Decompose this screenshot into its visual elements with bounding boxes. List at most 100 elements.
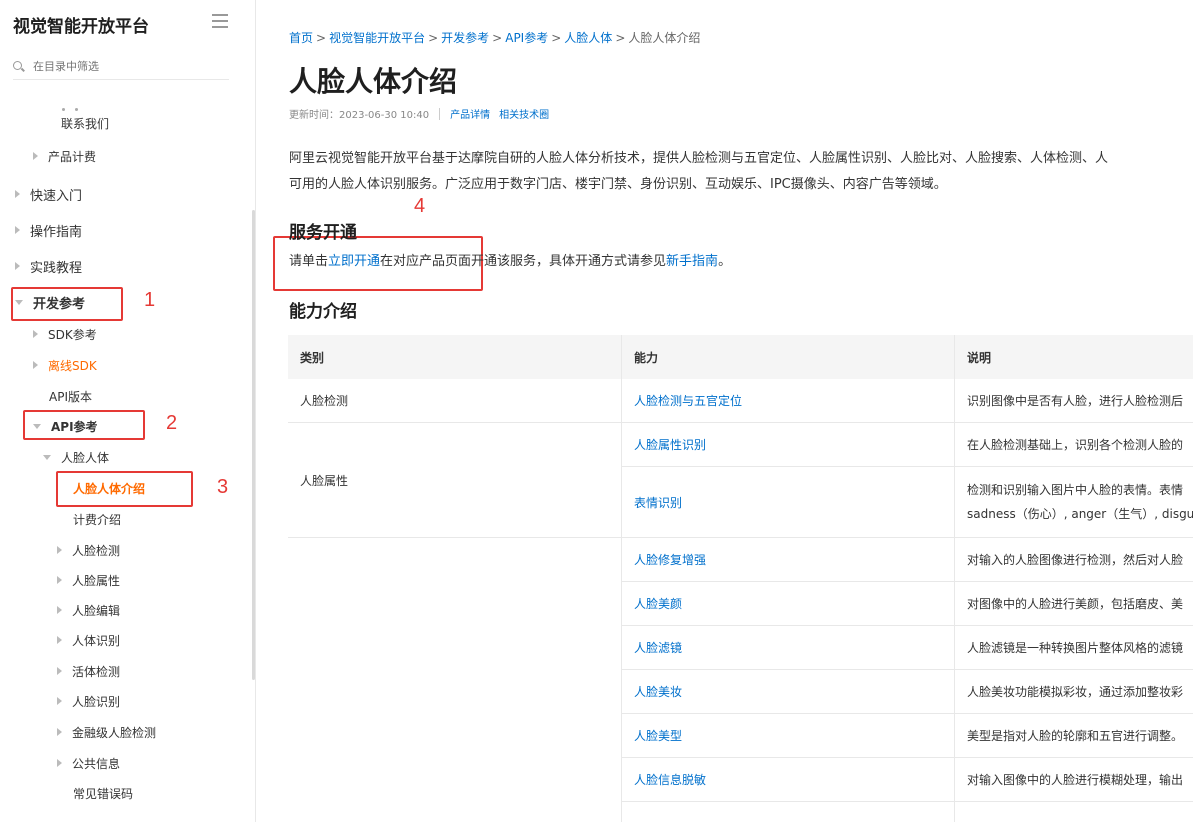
table-cell-category: 人脸检测: [288, 379, 622, 423]
table-cell-ability-link[interactable]: 人脸美型: [622, 714, 955, 758]
chevron-right-icon: [57, 546, 62, 554]
chevron-right-icon: [57, 606, 62, 614]
chevron-down-icon: [43, 454, 51, 460]
chevron-right-icon: [57, 576, 62, 584]
service-text-end: 。: [718, 254, 732, 269]
sidebar-item-label: 人脸识别: [72, 694, 121, 709]
sidebar-item-label: 人脸人体: [61, 450, 110, 465]
sidebar-item-label: 人脸检测: [72, 543, 121, 558]
annotation-box-3: [56, 471, 193, 507]
intro-paragraph: 阿里云视觉智能开放平台基于达摩院自研的人脸人体分析技术，提供人脸检测与五官定位、…: [289, 146, 1193, 198]
chevron-right-icon: [33, 330, 38, 338]
sidebar-item-guide[interactable]: 操作指南: [15, 220, 82, 240]
table-cell-ability-link[interactable]: 人脸美颜: [622, 582, 955, 626]
sidebar-item-sdk[interactable]: SDK参考: [33, 324, 97, 344]
chevron-right-icon: [57, 636, 62, 644]
sidebar-item-face-recog[interactable]: 人脸识别: [57, 691, 120, 711]
chevron-right-icon: [57, 697, 62, 705]
breadcrumb: 首页 > 视觉智能开放平台 > 开发参考 > API参考 > 人脸人体 > 人脸人体介绍: [289, 29, 700, 46]
table-cell-ability-link[interactable]: 表情识别: [622, 467, 955, 538]
truncated-items: [62, 96, 102, 111]
sidebar-item-face-detect[interactable]: 人脸检测: [57, 540, 120, 560]
breadcrumb-current: 人脸人体介绍: [628, 31, 701, 45]
breadcrumb-home[interactable]: 首页: [289, 31, 313, 45]
table-cell-desc: 检测和识别输入图片中人脸的表情。表情 sadness（伤心）, anger（生气…: [955, 467, 1193, 538]
chevron-right-icon: [57, 759, 62, 767]
sidebar-scrollbar[interactable]: [252, 210, 255, 680]
breadcrumb-sep: >: [316, 31, 327, 45]
table-cell-desc: 对图像中的人脸进行美颜，包括磨皮、美: [955, 582, 1193, 626]
sidebar-item-face-body[interactable]: 人脸人体: [43, 447, 109, 467]
sidebar-item-label: 人体识别: [72, 633, 121, 648]
sidebar-item-label: 操作指南: [30, 224, 83, 240]
service-text-middle: 在对应产品页面开通该服务，具体开通方式请参见: [380, 254, 667, 269]
breadcrumb-sep: >: [428, 31, 439, 45]
sidebar-item-label: 人脸属性: [72, 573, 121, 588]
breadcrumb-platform[interactable]: 视觉智能开放平台: [329, 31, 425, 45]
intro-line: 阿里云视觉智能开放平台基于达摩院自研的人脸人体分析技术，提供人脸检测与五官定位、…: [289, 151, 1109, 166]
sidebar-item-public-info[interactable]: 公共信息: [57, 753, 120, 773]
menu-icon[interactable]: [212, 14, 228, 28]
table-cell-desc: 人脸滤镜是一种转换图片整体风格的滤镜: [955, 626, 1193, 670]
sidebar-item-error-codes[interactable]: 常见错误码: [73, 783, 133, 803]
search-input[interactable]: [33, 60, 213, 73]
main-content: 首页 > 视觉智能开放平台 > 开发参考 > API参考 > 人脸人体 > 人脸人体介绍 人脸人体介…: [256, 0, 1193, 822]
ability-heading: 能力介绍: [289, 302, 357, 322]
sidebar-item-face-attr[interactable]: 人脸属性: [57, 570, 120, 590]
chevron-right-icon: [33, 152, 38, 160]
table-cell-ability-link[interactable]: 人脸属性识别: [622, 423, 955, 467]
chevron-right-icon: [15, 190, 20, 198]
sidebar-item-api-version[interactable]: API版本: [49, 386, 92, 406]
sidebar-title: 视觉智能开放平台: [13, 17, 149, 37]
sidebar-item-label: 快速入门: [30, 188, 83, 204]
service-text-prefix: 请单击: [289, 254, 329, 269]
service-paragraph: 请单击立即开通在对应产品页面开通该服务，具体开通方式请参见新手指南。: [289, 250, 731, 269]
sidebar-item-liveness[interactable]: 活体检测: [57, 661, 120, 681]
sidebar-item-contact[interactable]: 联系我们: [61, 113, 109, 133]
sidebar-item-billing[interactable]: 产品计费: [33, 146, 96, 166]
table-header-desc: 说明: [955, 335, 1193, 379]
table-cell-ability-link[interactable]: 人脸修复增强: [622, 538, 955, 582]
annotation-number-1: 1: [144, 289, 156, 311]
chevron-right-icon: [15, 262, 20, 270]
table-cell-ability-link[interactable]: [622, 802, 955, 822]
table-cell-ability-link[interactable]: 人脸信息脱敏: [622, 758, 955, 802]
sidebar-item-label: 金融级人脸检测: [72, 725, 157, 740]
product-detail-link[interactable]: 产品详情: [450, 106, 490, 121]
sidebar-item-body-recog[interactable]: 人体识别: [57, 630, 120, 650]
chevron-right-icon: [57, 667, 62, 675]
sidebar-search[interactable]: [13, 54, 229, 80]
sidebar-item-billing-intro[interactable]: 计费介绍: [73, 509, 121, 529]
sidebar-item-face-edit[interactable]: 人脸编辑: [57, 600, 120, 620]
sidebar-item-offline-sdk[interactable]: 离线SDK: [33, 355, 97, 375]
table-cell-ability-link[interactable]: 人脸检测与五官定位: [622, 379, 955, 423]
table-cell-category: [288, 538, 622, 822]
table-cell-ability-link[interactable]: 人脸美妆: [622, 670, 955, 714]
sidebar-item-quickstart[interactable]: 快速入门: [15, 184, 82, 204]
breadcrumb-api-ref[interactable]: API参考: [505, 31, 548, 45]
search-icon: [13, 60, 25, 73]
tech-community-link[interactable]: 相关技术圈: [499, 106, 549, 121]
sidebar-item-finance-face[interactable]: 金融级人脸检测: [57, 722, 156, 742]
breadcrumb-sep: >: [615, 31, 626, 45]
sidebar-item-label: 活体检测: [72, 664, 121, 679]
sidebar-item-label: SDK参考: [48, 327, 97, 342]
breadcrumb-devref[interactable]: 开发参考: [441, 31, 489, 45]
beginner-guide-link[interactable]: 新手指南: [666, 254, 718, 269]
annotation-box-1: [11, 287, 123, 321]
meta-divider: [439, 107, 441, 120]
sidebar-item-label: 产品计费: [48, 149, 97, 164]
chevron-right-icon: [57, 728, 62, 736]
page-title: 人脸人体介绍: [289, 65, 458, 98]
table-cell-desc: 识别图像中是否有人脸，进行人脸检测后: [955, 379, 1193, 423]
breadcrumb-face-body[interactable]: 人脸人体: [564, 31, 612, 45]
table-cell-ability-link[interactable]: 人脸滤镜: [622, 626, 955, 670]
activate-now-link[interactable]: 立即开通: [328, 254, 380, 269]
table-cell-desc: [955, 802, 1193, 822]
updated-time: 更新时间：2023-06-30 10:40: [289, 110, 430, 121]
sidebar-item-tutorial[interactable]: 实践教程: [15, 256, 82, 276]
breadcrumb-sep: >: [492, 31, 503, 45]
page-meta: 更新时间：2023-06-30 10:40 产品详情 相关技术圈: [289, 106, 558, 121]
breadcrumb-sep: >: [551, 31, 562, 45]
annotation-number-3: 3: [217, 476, 229, 498]
